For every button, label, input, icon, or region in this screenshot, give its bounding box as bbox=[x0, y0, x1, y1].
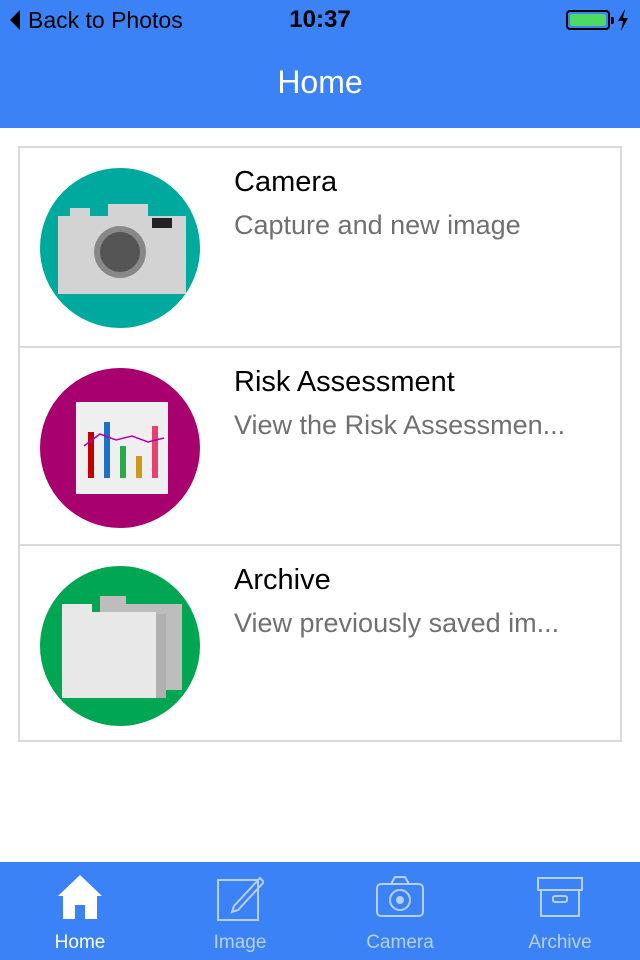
archive-box-icon bbox=[537, 877, 583, 917]
camera-icon bbox=[376, 876, 424, 917]
battery-icon bbox=[566, 10, 614, 30]
list-item-subtitle: View previously saved im... bbox=[234, 608, 560, 638]
menu-list: Camera Capture and new image Risk Assess… bbox=[18, 146, 622, 742]
tab-camera[interactable]: Camera bbox=[320, 862, 480, 960]
tab-label: Image bbox=[213, 932, 267, 953]
tab-label: Home bbox=[54, 932, 106, 953]
navigation-bar: Home bbox=[0, 40, 640, 128]
page-title: Home bbox=[277, 64, 363, 100]
list-item-subtitle: Capture and new image bbox=[234, 210, 521, 240]
tab-label: Archive bbox=[528, 932, 592, 953]
list-item-title: Archive bbox=[234, 564, 331, 596]
battery-fill bbox=[570, 14, 606, 26]
list-item-subtitle: View the Risk Assessmen... bbox=[234, 410, 566, 440]
tab-home[interactable]: Home bbox=[0, 862, 160, 960]
clock: 10:37 bbox=[289, 6, 351, 33]
status-bar: Back to Photos 10:37 bbox=[0, 0, 640, 40]
camera-icon bbox=[40, 168, 200, 328]
tab-image[interactable]: Image bbox=[160, 862, 320, 960]
tab-label: Camera bbox=[366, 932, 434, 953]
list-item-title: Camera bbox=[234, 166, 338, 198]
tab-archive[interactable]: Archive bbox=[480, 862, 640, 960]
folder-icon bbox=[40, 566, 200, 726]
edit-image-icon bbox=[217, 876, 264, 921]
list-item-risk-assessment[interactable]: Risk Assessment View the Risk Assessmen.… bbox=[20, 346, 620, 546]
charging-icon bbox=[618, 9, 628, 31]
home-icon bbox=[58, 875, 102, 919]
list-item-title: Risk Assessment bbox=[234, 366, 455, 398]
list-item-archive[interactable]: Archive View previously saved im... bbox=[20, 544, 620, 744]
list-item-camera[interactable]: Camera Capture and new image bbox=[20, 148, 620, 346]
tab-bar: Home Image Camera Archive bbox=[0, 862, 640, 960]
chart-icon bbox=[40, 368, 200, 528]
